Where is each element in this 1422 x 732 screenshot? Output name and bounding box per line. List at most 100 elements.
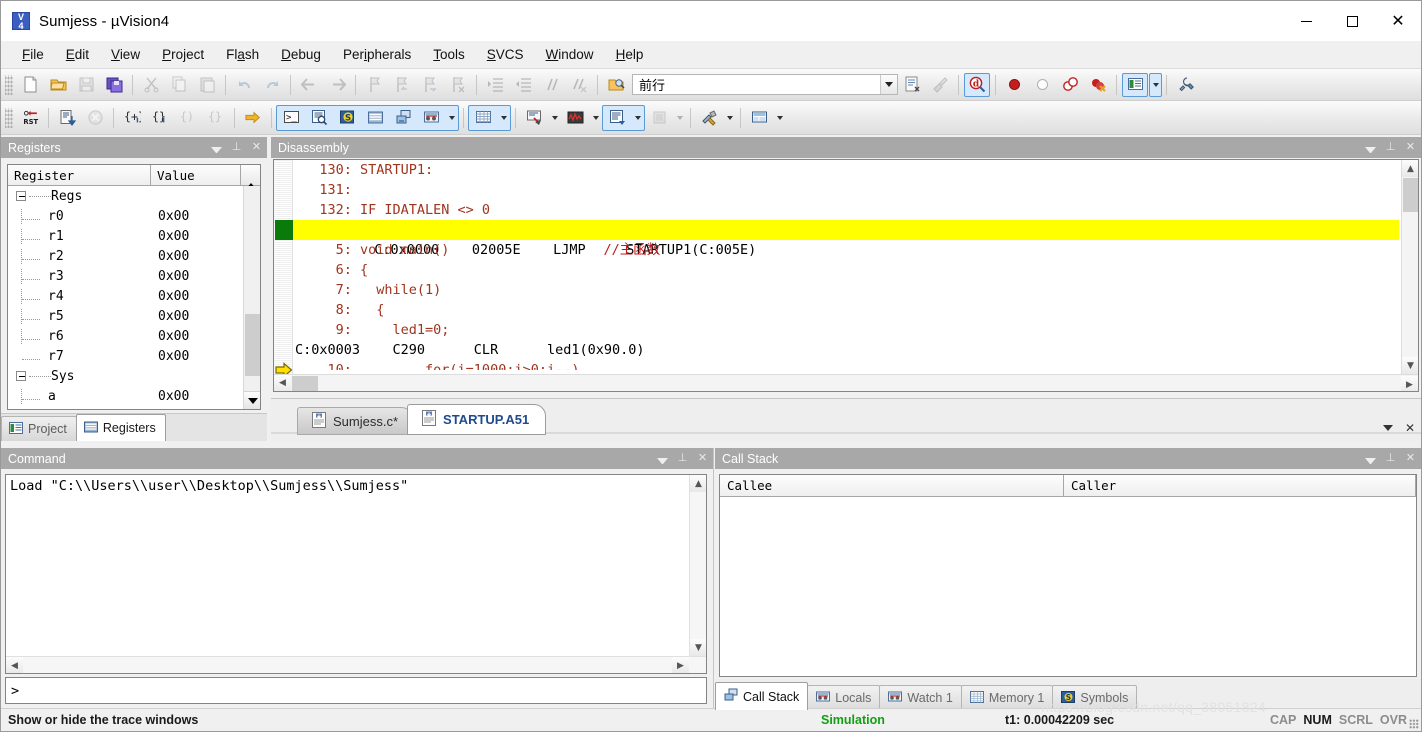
scroll-left-button[interactable]: ◀	[274, 374, 291, 391]
panel-splitter[interactable]	[713, 448, 714, 709]
target-options-icon[interactable]	[1172, 73, 1198, 97]
menu-svcs[interactable]: SVCS	[476, 43, 535, 66]
bookmark-next-icon[interactable]	[417, 73, 443, 97]
table-row[interactable]: r0 0x00	[8, 206, 260, 226]
chevron-down-icon[interactable]	[673, 106, 686, 130]
registers-window-icon[interactable]	[362, 106, 388, 130]
save-all-icon[interactable]	[101, 73, 127, 97]
chevron-down-icon[interactable]	[548, 106, 561, 130]
minimize-button[interactable]	[1283, 1, 1329, 41]
table-row[interactable]: Sys	[8, 366, 260, 386]
command-window-icon[interactable]: >_	[278, 106, 304, 130]
bookmark-toggle-icon[interactable]	[361, 73, 387, 97]
tools-icon[interactable]	[696, 106, 722, 130]
analysis-windows-icon[interactable]	[562, 106, 588, 130]
tab-registers[interactable]: Registers	[75, 414, 166, 441]
panel-menu-icon[interactable]	[657, 454, 668, 464]
disassembly-window-icon[interactable]	[306, 106, 332, 130]
column-header-callee[interactable]: Callee	[720, 475, 1064, 497]
menu-file[interactable]: File	[11, 43, 55, 66]
menu-help[interactable]: Help	[605, 43, 655, 66]
breakpoint-disable-all-icon[interactable]	[1057, 73, 1083, 97]
column-header-value[interactable]: Value	[151, 165, 241, 186]
editor-tab-startup-a51[interactable]: STARTUP.A51	[407, 404, 547, 435]
scroll-up-button[interactable]: ▲	[690, 475, 706, 492]
copy-icon[interactable]	[166, 73, 192, 97]
pin-icon[interactable]: ⊥	[231, 142, 242, 153]
tab-watch-1[interactable]: Watch 1	[879, 685, 962, 710]
chevron-down-icon[interactable]	[631, 106, 644, 130]
pin-icon[interactable]: ⊥	[1385, 142, 1396, 153]
chevron-down-icon[interactable]	[880, 75, 897, 94]
editor-tab-sumjess-c[interactable]: Sumjess.c*	[297, 407, 416, 435]
bookmark-clear-icon[interactable]	[445, 73, 471, 97]
system-viewer-icon[interactable]	[646, 106, 672, 130]
disassembly-horizontal-scrollbar[interactable]: ◀ ▶	[274, 374, 1418, 391]
scroll-right-button[interactable]: ▶	[672, 657, 689, 673]
redo-icon[interactable]	[259, 73, 285, 97]
find-input[interactable]: 前行	[633, 75, 880, 94]
step-over-icon[interactable]: {}	[147, 106, 173, 130]
bookmark-prev-icon[interactable]	[389, 73, 415, 97]
comment-icon[interactable]	[538, 73, 564, 97]
run-icon[interactable]	[54, 106, 80, 130]
disassembly-view[interactable]: 130: STARTUP1: 131: 132: IF IDATALEN <> …	[273, 159, 1419, 392]
menu-edit[interactable]: Edit	[55, 43, 100, 66]
chevron-down-icon[interactable]	[589, 106, 602, 130]
close-icon[interactable]: ✕	[697, 453, 708, 464]
table-row[interactable]: r3 0x00	[8, 266, 260, 286]
breakpoint-marker-icon[interactable]	[275, 220, 293, 240]
run-to-cursor-icon[interactable]: {}	[203, 106, 229, 130]
save-icon[interactable]	[73, 73, 99, 97]
step-into-icon[interactable]: {+}	[119, 106, 145, 130]
find-combobox[interactable]: 前行	[632, 74, 898, 95]
paste-icon[interactable]	[194, 73, 220, 97]
call-stack-table[interactable]: Callee Caller	[719, 474, 1417, 677]
table-row[interactable]: r1 0x00	[8, 226, 260, 246]
menu-window[interactable]: Window	[535, 43, 605, 66]
trace-windows-icon[interactable]	[604, 106, 630, 130]
registers-vertical-scrollbar[interactable]	[243, 186, 260, 409]
scroll-right-button[interactable]: ▶	[1401, 376, 1418, 391]
tree-collapse-icon[interactable]	[16, 371, 26, 381]
step-out-icon[interactable]: {)	[175, 106, 201, 130]
command-vertical-scrollbar[interactable]: ▲ ▼	[689, 475, 706, 656]
menu-view[interactable]: View	[100, 43, 151, 66]
table-row[interactable]: r4 0x00	[8, 286, 260, 306]
disassembly-vertical-scrollbar[interactable]: ▲ ▼	[1401, 160, 1418, 374]
panel-menu-icon[interactable]	[1365, 454, 1376, 464]
scroll-up-button[interactable]: ▲	[1402, 160, 1418, 177]
scroll-left-button[interactable]: ◀	[6, 657, 23, 673]
scrollbar-thumb[interactable]	[245, 314, 260, 376]
table-row[interactable]: Regs	[8, 186, 260, 206]
outdent-icon[interactable]	[510, 73, 536, 97]
chevron-down-icon[interactable]	[445, 106, 458, 130]
breakpoint-kill-all-icon[interactable]	[1085, 73, 1111, 97]
stop-icon[interactable]	[82, 106, 108, 130]
navigate-back-icon[interactable]	[296, 73, 322, 97]
scroll-down-button[interactable]: ▼	[690, 639, 706, 656]
show-next-statement-icon[interactable]	[240, 106, 266, 130]
chevron-down-icon[interactable]	[773, 106, 786, 130]
panel-menu-icon[interactable]	[1365, 143, 1376, 153]
tree-collapse-icon[interactable]	[16, 191, 26, 201]
table-row[interactable]: r7 0x00	[8, 346, 260, 366]
scroll-down-button[interactable]: ▼	[1402, 357, 1418, 374]
manage-components-icon[interactable]	[1122, 72, 1148, 97]
chevron-down-icon[interactable]	[723, 106, 736, 130]
chevron-down-icon[interactable]	[1149, 72, 1162, 97]
undo-icon[interactable]	[231, 73, 257, 97]
open-folder-icon[interactable]	[45, 73, 71, 97]
scrollbar-thumb[interactable]	[1403, 178, 1418, 212]
start-stop-debug-icon[interactable]: d	[964, 72, 990, 97]
toolbar-grip[interactable]	[5, 107, 13, 128]
close-button[interactable]: ✕	[1375, 1, 1421, 41]
close-icon[interactable]: ✕	[1405, 142, 1416, 153]
uncomment-icon[interactable]	[566, 73, 592, 97]
close-icon[interactable]: ✕	[1405, 453, 1416, 464]
menu-flash[interactable]: Flash	[215, 43, 270, 66]
panel-menu-icon[interactable]	[211, 143, 222, 153]
menu-debug[interactable]: Debug	[270, 43, 332, 66]
reset-cpu-icon[interactable]: RST	[17, 106, 43, 130]
cut-icon[interactable]	[138, 73, 164, 97]
